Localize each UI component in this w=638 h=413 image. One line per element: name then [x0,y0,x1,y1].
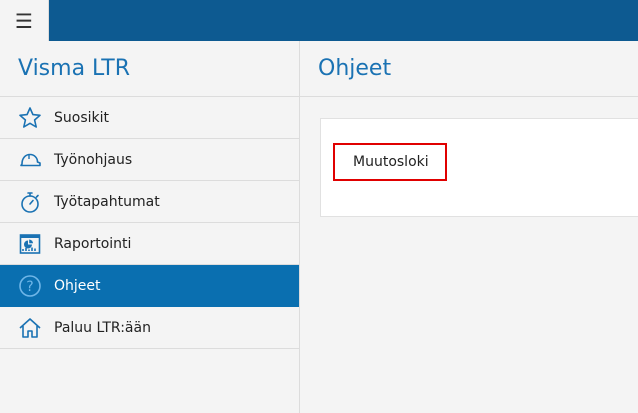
sidebar-item-tyotapahtumat[interactable]: Työtapahtumat [0,181,299,223]
report-icon [17,231,43,257]
sidebar: Visma LTR Suosikit Työnohjaus Työtapahtu… [0,41,300,413]
sidebar-item-label: Suosikit [54,109,109,126]
sidebar-item-suosikit[interactable]: Suosikit [0,97,299,139]
star-icon [17,105,43,131]
sidebar-item-ohjeet[interactable]: ? Ohjeet [0,265,299,307]
menu-button[interactable]: ☰ [0,0,49,41]
svg-text:?: ? [26,279,33,295]
top-bar: ☰ [0,0,638,41]
help-links-card: Muutosloki [320,118,638,217]
sidebar-item-label: Raportointi [54,235,132,252]
main-content: Ohjeet Muutosloki [300,41,638,413]
sidebar-item-label: Työnohjaus [54,151,133,168]
sidebar-item-label: Ohjeet [54,277,101,294]
helmet-icon [17,147,43,173]
home-icon [17,315,43,341]
sidebar-item-tyonohjaus[interactable]: Työnohjaus [0,139,299,181]
sidebar-item-label: Työtapahtumat [54,193,160,210]
hamburger-icon: ☰ [15,8,33,33]
stopwatch-icon [17,189,43,215]
sidebar-item-paluu-ltr[interactable]: Paluu LTR:ään [0,307,299,349]
page-title: Ohjeet [300,41,638,97]
help-icon: ? [17,273,43,299]
app-title: Visma LTR [0,41,299,97]
sidebar-item-label: Paluu LTR:ään [54,319,151,336]
sidebar-item-raportointi[interactable]: Raportointi [0,223,299,265]
changelog-link[interactable]: Muutosloki [333,143,447,181]
